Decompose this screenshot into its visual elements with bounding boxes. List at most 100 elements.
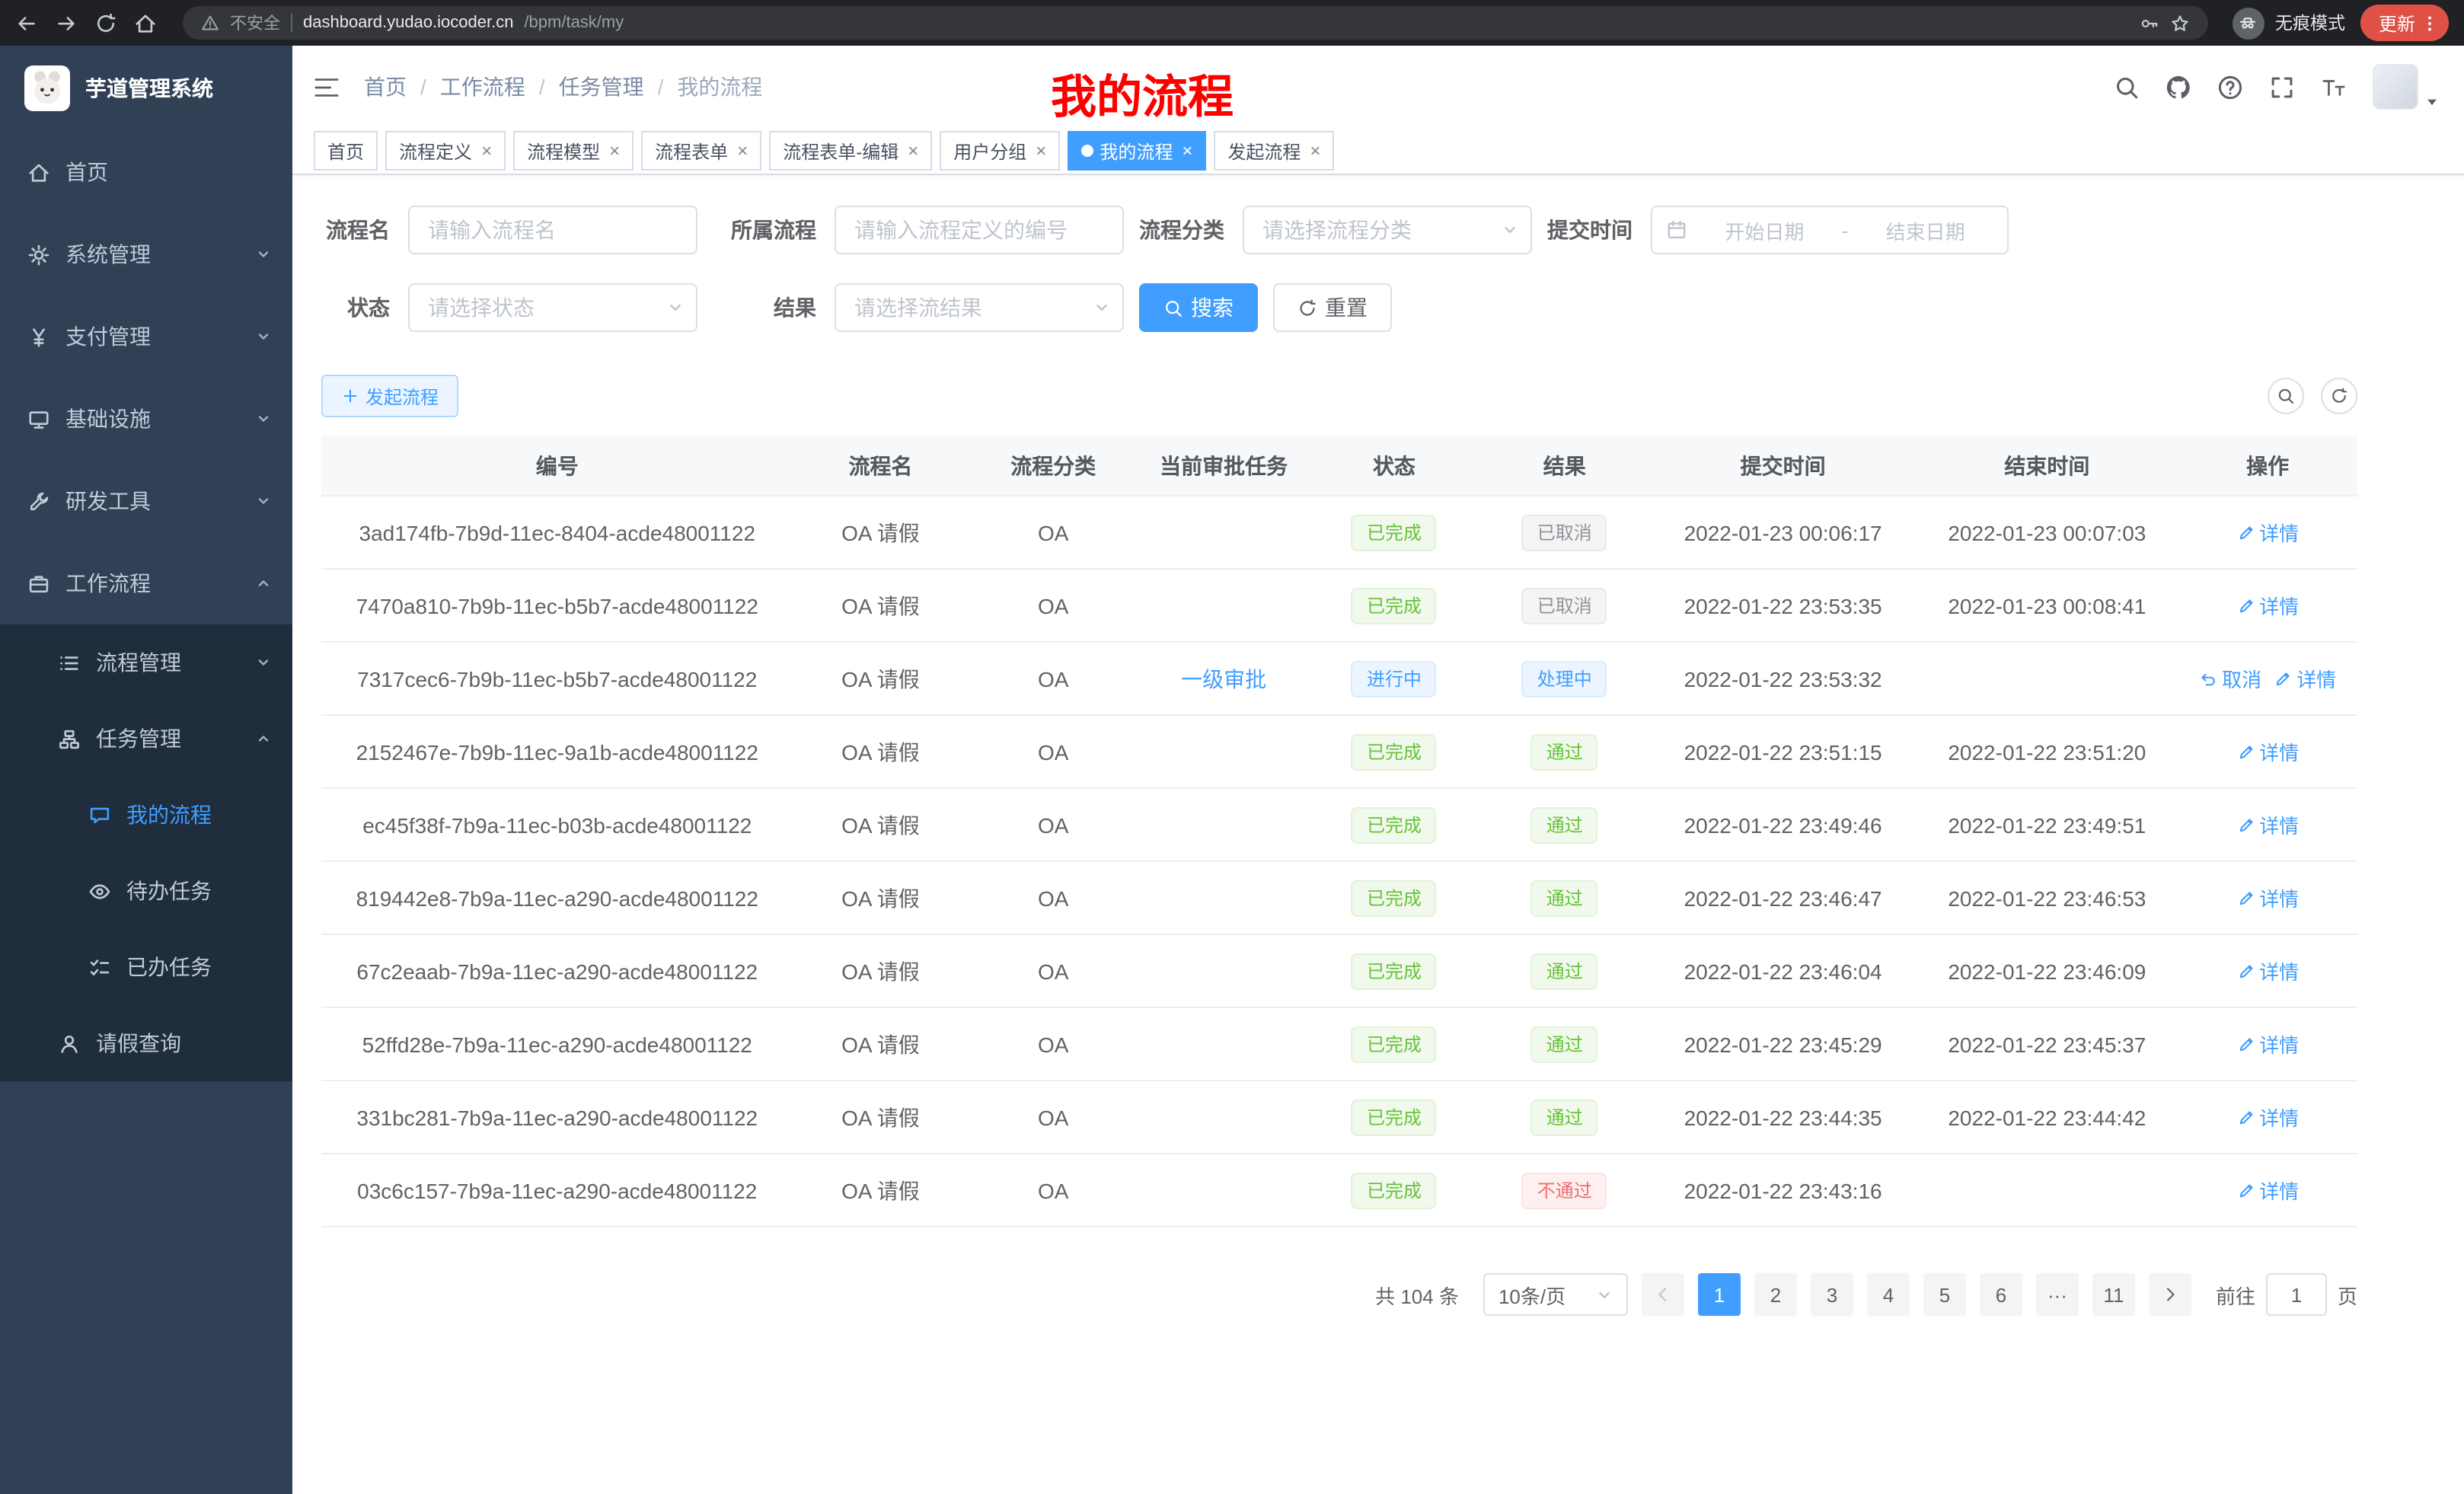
table-toolbar: 发起流程 — [292, 361, 2464, 417]
reset-button[interactable]: 重置 — [1273, 283, 1392, 332]
tab-process-form-edit[interactable]: 流程表单-编辑 × — [769, 131, 932, 171]
sidebar-item-home[interactable]: 首页 — [0, 131, 292, 213]
github-icon[interactable] — [2166, 74, 2191, 100]
sidebar-item-leave-query[interactable]: 请假查询 — [0, 1005, 292, 1081]
action-label: 详情 — [2259, 1030, 2299, 1058]
page-button-4[interactable]: 4 — [1867, 1273, 1910, 1316]
close-tab-icon[interactable]: × — [1310, 142, 1320, 160]
close-tab-icon[interactable]: × — [737, 142, 748, 160]
next-page-button[interactable] — [2149, 1273, 2191, 1316]
sidebar-item-dev-tools[interactable]: 研发工具 — [0, 460, 292, 542]
detail-action-link[interactable]: 详情 — [2236, 883, 2299, 912]
breadcrumb-item[interactable]: 首页 — [364, 72, 407, 102]
search-button[interactable]: 搜索 — [1139, 283, 1258, 332]
page-size-select[interactable]: 10条/页 — [1483, 1273, 1628, 1316]
fullscreen-icon[interactable] — [2269, 74, 2295, 100]
close-tab-icon[interactable]: × — [609, 142, 620, 160]
result-select[interactable] — [835, 283, 1124, 332]
detail-action-link[interactable]: 详情 — [2236, 956, 2299, 985]
sidebar-item-todo-tasks[interactable]: 待办任务 — [0, 853, 292, 929]
cell-process-name: OA 请假 — [793, 809, 969, 840]
cancel-action-link[interactable]: 取消 — [2199, 664, 2261, 693]
close-tab-icon[interactable]: × — [1036, 142, 1046, 160]
close-tab-icon[interactable]: × — [481, 142, 492, 160]
breadcrumb-item[interactable]: 任务管理 — [559, 72, 644, 102]
sidebar-item-system-manage[interactable]: 系统管理 — [0, 213, 292, 295]
browser-home-icon[interactable] — [134, 11, 157, 34]
browser-update-button[interactable]: 更新 — [2360, 5, 2449, 41]
browser-back-icon[interactable] — [15, 11, 38, 34]
tab-label: 流程定义 — [399, 138, 472, 164]
submit-time-label: 提交时间 — [1547, 215, 1651, 245]
close-tab-icon[interactable]: × — [1182, 142, 1192, 160]
page-button-3[interactable]: 3 — [1811, 1273, 1853, 1316]
tab-start-process[interactable]: 发起流程 × — [1214, 131, 1334, 171]
tab-process-model[interactable]: 流程模型 × — [513, 131, 634, 171]
user-avatar[interactable] — [2373, 64, 2418, 110]
user-menu[interactable] — [2373, 64, 2440, 110]
page-ellipsis-button[interactable]: ··· — [2036, 1273, 2079, 1316]
password-key-icon[interactable] — [2140, 13, 2159, 33]
detail-action-link[interactable]: 详情 — [2236, 518, 2299, 547]
tab-process-definition[interactable]: 流程定义 × — [385, 131, 506, 171]
column-header: 结果 — [1479, 450, 1650, 480]
sidebar-item-workflow[interactable]: 工作流程 — [0, 542, 292, 624]
font-size-icon[interactable] — [2321, 74, 2347, 100]
sidebar-item-done-tasks[interactable]: 已办任务 — [0, 929, 292, 1005]
breadcrumb-item[interactable]: 工作流程 — [440, 72, 525, 102]
tab-my-process[interactable]: 我的流程 × — [1068, 131, 1206, 171]
page-number-list: 123456 ··· 11 — [1698, 1273, 2135, 1316]
browser-forward-icon[interactable] — [55, 11, 78, 34]
help-icon[interactable] — [2217, 74, 2243, 100]
incognito-label: 无痕模式 — [2275, 11, 2345, 35]
page-button-1[interactable]: 1 — [1698, 1273, 1741, 1316]
submit-time-range-picker[interactable]: 开始日期 - 结束日期 — [1651, 206, 2009, 254]
detail-action-link[interactable]: 详情 — [2236, 737, 2299, 766]
sidebar-item-payment-manage[interactable]: 支付管理 — [0, 295, 292, 378]
parent-process-input[interactable] — [835, 206, 1124, 254]
detail-action-link[interactable]: 详情 — [2236, 1030, 2299, 1058]
sidebar-item-process-manage[interactable]: 流程管理 — [0, 624, 292, 701]
address-bar[interactable]: 不安全 dashboard.yudao.iocoder.cn /bpm/task… — [183, 6, 2208, 40]
hamburger-icon[interactable] — [314, 74, 340, 100]
detail-action-link[interactable]: 详情 — [2236, 1103, 2299, 1132]
status-badge: 已完成 — [1352, 1026, 1437, 1062]
detail-action-link[interactable]: 详情 — [2274, 664, 2336, 693]
filter-form: 流程名 所属流程 流程分类 提交时间 — [292, 175, 2464, 332]
page-button-5[interactable]: 5 — [1923, 1273, 1966, 1316]
status-select[interactable] — [408, 283, 697, 332]
prev-page-button[interactable] — [1642, 1273, 1684, 1316]
close-tab-icon[interactable]: × — [908, 142, 918, 160]
cell-submit-time: 2022-01-22 23:43:16 — [1650, 1178, 1917, 1202]
cell-process-name: OA 请假 — [793, 736, 969, 767]
tab-user-group[interactable]: 用户分组 × — [940, 131, 1060, 171]
sidebar-item-task-manage[interactable]: 任务管理 — [0, 701, 292, 777]
sidebar-item-infrastructure[interactable]: 基础设施 — [0, 378, 292, 460]
cell-actions: 详情 — [2178, 810, 2357, 839]
process-name-input[interactable] — [408, 206, 697, 254]
toggle-search-button[interactable] — [2268, 378, 2304, 414]
browser-reload-icon[interactable] — [94, 11, 117, 34]
detail-action-link[interactable]: 详情 — [2236, 810, 2299, 839]
sidebar-item-my-process[interactable]: 我的流程 — [0, 777, 292, 853]
table-row: 3ad174fb-7b9d-11ec-8404-acde48001122 OA … — [321, 496, 2357, 570]
app-logo-row[interactable]: 芋道管理系统 — [0, 46, 292, 131]
browser-menu-icon[interactable] — [2420, 13, 2440, 33]
current-task-link[interactable]: 一级审批 — [1181, 663, 1266, 694]
detail-action-link[interactable]: 详情 — [2236, 1176, 2299, 1205]
page-button-2[interactable]: 2 — [1754, 1273, 1797, 1316]
filter-parent-process: 所属流程 — [713, 206, 1124, 254]
tab-process-form[interactable]: 流程表单 × — [641, 131, 761, 171]
detail-action-link[interactable]: 详情 — [2236, 591, 2299, 620]
cell-end-time: 2022-01-22 23:44:42 — [1916, 1105, 2178, 1129]
category-select[interactable] — [1243, 206, 1532, 254]
header-search-icon[interactable] — [2114, 74, 2140, 100]
page-button-6[interactable]: 6 — [1980, 1273, 2022, 1316]
goto-page: 前往 页 — [2216, 1273, 2357, 1316]
tab-home[interactable]: 首页 — [314, 131, 378, 171]
page-button-11[interactable]: 11 — [2092, 1273, 2135, 1316]
bookmark-star-icon[interactable] — [2170, 13, 2190, 33]
goto-page-input[interactable] — [2266, 1273, 2327, 1316]
start-process-button[interactable]: 发起流程 — [321, 375, 458, 417]
refresh-table-button[interactable] — [2321, 378, 2357, 414]
